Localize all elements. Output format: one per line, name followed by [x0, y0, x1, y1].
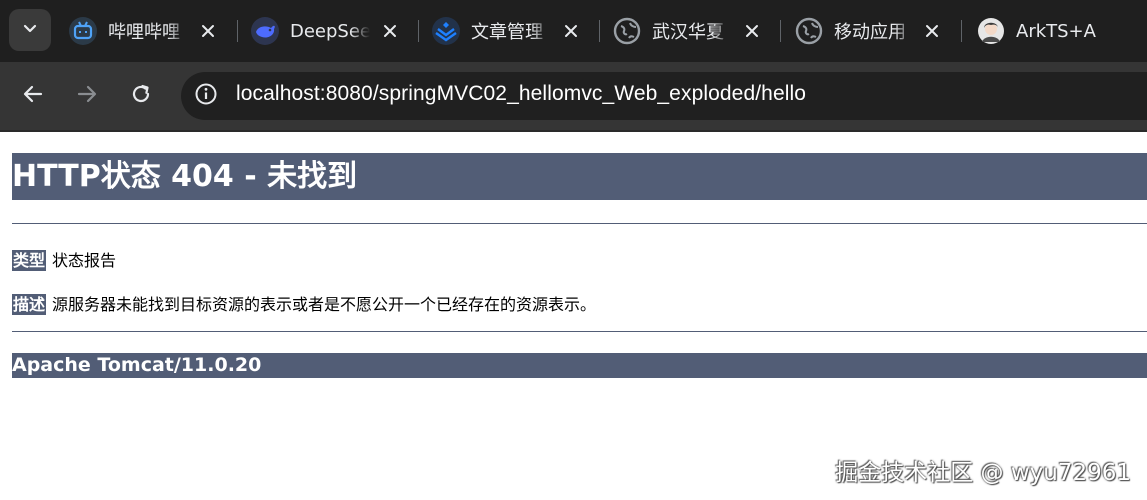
tab-title: 文章管理 — [471, 22, 543, 43]
back-button[interactable] — [13, 76, 53, 116]
tab-title: ArkTS+A — [1016, 20, 1096, 42]
deepseek-whale-icon — [250, 16, 280, 46]
tab-deepseek[interactable]: DeepSeek — [250, 8, 402, 54]
tab-separator — [237, 20, 238, 42]
tab-title: 武汉华夏 — [652, 22, 724, 43]
chevron-down-icon — [22, 20, 38, 40]
browser-toolbar: localhost:8080/springMVC02_hellomvc_Web_… — [0, 62, 1147, 130]
tab-article-management[interactable]: 文章管理 — [431, 8, 583, 54]
close-icon[interactable] — [920, 19, 944, 43]
site-info-button[interactable] — [191, 81, 221, 111]
globe-icon — [794, 16, 824, 46]
info-icon — [194, 82, 218, 110]
tab-title: 哔哩哔哩 — [108, 22, 180, 43]
type-value: 状态报告 — [52, 251, 117, 270]
type-row: 类型 状态报告 — [12, 247, 116, 271]
tab-arkts[interactable]: ArkTS+A — [976, 8, 1147, 54]
avatar-icon — [976, 16, 1006, 46]
url-text[interactable]: localhost:8080/springMVC02_hellomvc_Web_… — [236, 82, 806, 106]
address-bar[interactable]: localhost:8080/springMVC02_hellomvc_Web_… — [181, 72, 1147, 120]
server-footer: Apache Tomcat/11.0.20 — [12, 353, 1147, 378]
tab-wuhan-huaxia[interactable]: 武汉华夏 — [612, 8, 764, 54]
divider — [12, 331, 1147, 332]
tab-mobile-app[interactable]: 移动应用 — [794, 8, 944, 54]
close-icon[interactable] — [196, 19, 220, 43]
watermark: 掘金技术社区 @ wyu72961 — [835, 460, 1131, 486]
page-title: HTTP状态 404 - 未找到 — [12, 153, 1147, 200]
tab-strip: 哔哩哔哩 DeepSeek 文章管理 武汉华夏 移动应用 — [0, 0, 1147, 62]
tab-search-button[interactable] — [9, 9, 51, 51]
tab-separator — [780, 20, 781, 42]
type-label: 类型 — [12, 250, 47, 271]
forward-button[interactable] — [67, 76, 107, 116]
juejin-icon — [431, 16, 461, 46]
description-row: 描述 源服务器未能找到目标资源的表示或者是不愿公开一个已经存在的资源表示。 — [12, 291, 596, 315]
close-icon[interactable] — [559, 19, 583, 43]
globe-icon — [612, 16, 642, 46]
reload-button[interactable] — [121, 76, 161, 116]
tab-separator — [418, 20, 419, 42]
bilibili-icon — [68, 16, 98, 46]
description-label: 描述 — [12, 294, 47, 315]
tab-bilibili[interactable]: 哔哩哔哩 — [68, 8, 220, 54]
reload-icon — [130, 83, 152, 109]
divider — [12, 223, 1147, 224]
close-icon[interactable] — [740, 19, 764, 43]
description-value: 源服务器未能找到目标资源的表示或者是不愿公开一个已经存在的资源表示。 — [52, 295, 597, 314]
close-icon[interactable] — [378, 19, 402, 43]
tab-title: DeepSeek — [290, 20, 370, 42]
tab-separator — [961, 20, 962, 42]
arrow-right-icon — [76, 83, 98, 109]
toolbar-divider — [0, 130, 1147, 132]
tab-title: 移动应用 — [834, 22, 906, 43]
arrow-left-icon — [22, 83, 44, 109]
tab-separator — [599, 20, 600, 42]
